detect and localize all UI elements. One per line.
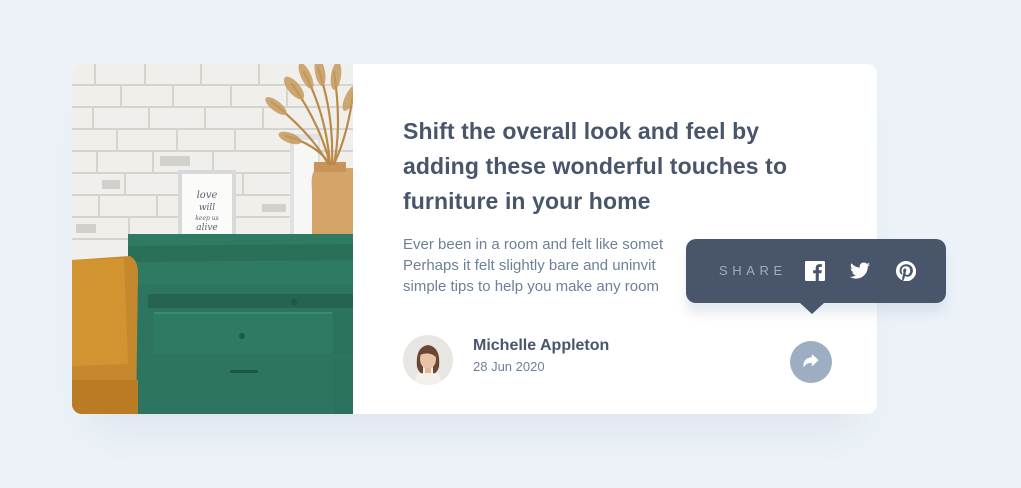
share-button[interactable] bbox=[790, 341, 832, 383]
svg-text:will: will bbox=[199, 203, 215, 213]
share-arrow-icon bbox=[803, 353, 819, 371]
svg-text:love: love bbox=[197, 190, 218, 201]
share-popover: SHARE bbox=[686, 239, 946, 314]
publish-date: 28 Jun 2020 bbox=[473, 359, 545, 374]
avatar bbox=[403, 335, 453, 385]
author-name: Michelle Appleton bbox=[473, 337, 610, 354]
facebook-icon[interactable] bbox=[805, 261, 825, 281]
author-row: Michelle Appleton 28 Jun 2020 bbox=[403, 335, 833, 385]
svg-text:alive: alive bbox=[196, 223, 218, 233]
furniture-image: love will keep us alive bbox=[72, 64, 353, 414]
description-line: Ever been in a room and felt like somet bbox=[403, 236, 664, 253]
twitter-icon[interactable] bbox=[850, 261, 870, 281]
article-title: Shift the overall look and feel by addin… bbox=[403, 118, 788, 214]
description-line: Perhaps it felt slightly bare and uninvi… bbox=[403, 257, 656, 274]
svg-text:keep us: keep us bbox=[195, 215, 218, 222]
pinterest-icon[interactable] bbox=[896, 261, 916, 281]
description-line: simple tips to help you make any room bbox=[403, 278, 659, 295]
share-label: SHARE bbox=[719, 263, 787, 278]
